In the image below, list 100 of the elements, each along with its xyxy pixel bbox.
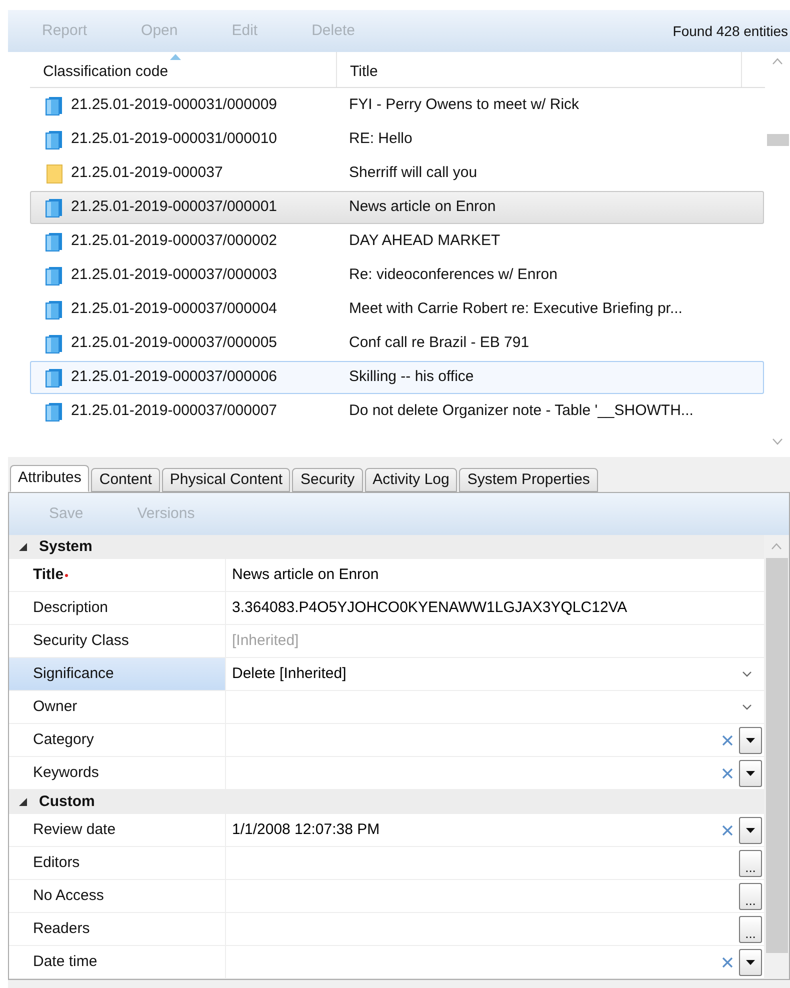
- property-label-cell[interactable]: Owner: [9, 691, 226, 723]
- dropdown-button[interactable]: [739, 760, 762, 786]
- group-header[interactable]: System: [9, 535, 764, 559]
- browse-button[interactable]: ...: [739, 850, 762, 876]
- table-cell-text: DAY AHEAD MARKET: [348, 231, 500, 252]
- dropdown-button[interactable]: [739, 948, 762, 976]
- property-label: Category: [33, 730, 94, 750]
- folder-icon: [45, 164, 63, 184]
- property-label: Review date: [33, 820, 116, 840]
- document-stack-icon: [45, 96, 63, 116]
- property-label-cell[interactable]: Editors: [9, 847, 226, 879]
- clear-icon[interactable]: [722, 734, 733, 746]
- property-value: News article on Enron: [232, 564, 380, 585]
- scroll-down-icon[interactable]: [772, 438, 783, 445]
- property-label-cell[interactable]: Review date: [9, 814, 226, 846]
- document-stack-icon: [45, 232, 63, 252]
- chevron-down-icon[interactable]: [742, 671, 752, 677]
- table-cell-text: 21.25.01-2019-000037/000005: [71, 333, 278, 354]
- property-label-cell[interactable]: Description: [9, 592, 226, 624]
- property-label: No Access: [33, 886, 104, 906]
- tab[interactable]: Physical Content: [162, 468, 290, 492]
- tab[interactable]: Security: [292, 468, 363, 492]
- table-cell-text: Do not delete Organizer note - Table '__SHOWTH...: [348, 401, 694, 422]
- table-row[interactable]: 21.25.01-2019-000037/000002 DAY AHEAD MARKET: [30, 225, 764, 258]
- table-cell-text: Skilling -- his office: [348, 367, 474, 388]
- tab[interactable]: System Properties: [459, 468, 598, 492]
- document-stack-icon: [45, 368, 63, 388]
- table-cell-text: 21.25.01-2019-000037/000006: [71, 367, 278, 388]
- column-header[interactable]: Classification code: [30, 52, 337, 87]
- table-row[interactable]: 21.25.01-2019-000031/000010 RE: Hello: [30, 123, 764, 156]
- scroll-up-icon[interactable]: [771, 543, 782, 550]
- property-label: Date time: [33, 952, 98, 972]
- property-label-cell[interactable]: No Access: [9, 880, 226, 912]
- expander-icon[interactable]: [19, 543, 27, 551]
- column-label: Classification code: [43, 62, 168, 82]
- table-cell-text: Meet with Carrie Robert re: Executive Briefing pr...: [348, 299, 682, 320]
- property-label: Readers: [33, 918, 90, 939]
- property-label-cell[interactable]: Title: [9, 559, 226, 591]
- property-label-cell[interactable]: Date time: [9, 946, 226, 978]
- table-row[interactable]: 21.25.01-2019-000037/000004 Meet with Carrie Robert re: Executive Briefing pr...: [30, 293, 764, 326]
- scroll-thumb[interactable]: [766, 134, 788, 146]
- table-cell-text: 21.25.01-2019-000037/000007: [71, 401, 278, 422]
- scroll-up-icon[interactable]: [772, 58, 783, 65]
- caret-down-icon: [746, 738, 755, 742]
- document-stack-icon: [45, 198, 63, 218]
- property-label-cell[interactable]: Readers: [9, 913, 226, 945]
- table-cell-text: 21.25.01-2019-000037/000002: [71, 231, 278, 252]
- table-cell-text: Conf call re Brazil - EB 791: [348, 333, 530, 354]
- group-header[interactable]: Custom: [9, 790, 764, 814]
- table-row[interactable]: 21.25.01-2019-000037/000001 News article on Enron: [30, 191, 764, 224]
- tab[interactable]: Attributes: [10, 465, 90, 492]
- document-stack-icon: [45, 334, 63, 354]
- property-label-cell[interactable]: Significance: [9, 658, 226, 690]
- table-cell-text: FYI - Perry Owens to meet w/ Rick: [348, 95, 580, 116]
- group-label: System: [39, 536, 92, 557]
- property-value: [Inherited]: [232, 630, 300, 651]
- table-cell-text: 21.25.01-2019-000037/000003: [71, 265, 278, 286]
- result-count: Found 428 entities: [672, 22, 788, 40]
- expander-icon[interactable]: [19, 798, 27, 806]
- table-cell-text: RE: Hello: [348, 129, 412, 150]
- table-row[interactable]: 21.25.01-2019-000037/000006 Skilling -- his office: [30, 361, 764, 394]
- table-cell-text: 21.25.01-2019-000037/000004: [71, 299, 278, 320]
- property-label: Keywords: [33, 762, 99, 783]
- scrollbar[interactable]: [764, 535, 789, 979]
- column-header[interactable]: Title: [337, 52, 742, 87]
- sort-arrow-icon: [170, 54, 181, 60]
- property-label: Editors: [33, 852, 80, 873]
- property-label: Security Class: [33, 630, 129, 651]
- clear-icon[interactable]: [722, 956, 733, 968]
- table-row[interactable]: 21.25.01-2019-000037/000005 Conf call re Brazil - EB 791: [30, 327, 764, 360]
- caret-down-icon: [746, 770, 755, 776]
- table-cell-text: 21.25.01-2019-000037: [71, 163, 223, 184]
- group-label: Custom: [39, 792, 95, 812]
- document-stack-icon: [45, 266, 63, 286]
- property-label: Owner: [33, 696, 78, 717]
- table-cell-text: Re: videoconferences w/ Enron: [348, 265, 558, 286]
- property-label-cell[interactable]: Category: [9, 724, 226, 756]
- table-row[interactable]: 21.25.01-2019-000037/000003 Re: videoconferences w/ Enron: [30, 259, 764, 292]
- property-label: Significance: [33, 664, 114, 684]
- clear-icon[interactable]: [722, 824, 733, 836]
- tab[interactable]: Content: [91, 468, 160, 492]
- table-row[interactable]: 21.25.01-2019-000037/000007 Do not delete Organizer note - Table '__SHOWTH...: [30, 395, 764, 428]
- table-cell-text: 21.25.01-2019-000037/000001: [71, 197, 278, 218]
- browse-button[interactable]: ...: [739, 916, 762, 942]
- table-cell-text: 21.25.01-2019-000031/000010: [71, 129, 278, 150]
- scroll-thumb[interactable]: [766, 558, 788, 953]
- dropdown-button[interactable]: [739, 816, 762, 844]
- property-label-cell[interactable]: Security Class: [9, 625, 226, 657]
- dropdown-button[interactable]: [739, 726, 762, 754]
- document-stack-icon: [45, 130, 63, 150]
- chevron-down-icon[interactable]: [742, 704, 752, 710]
- browse-button[interactable]: ...: [739, 882, 762, 910]
- document-stack-icon: [45, 402, 63, 422]
- table-row[interactable]: 21.25.01-2019-000037 Sherriff will call you: [30, 157, 764, 190]
- table-cell-text: 21.25.01-2019-000031/000009: [71, 95, 278, 116]
- tab[interactable]: Activity Log: [364, 468, 458, 492]
- property-label-cell[interactable]: Keywords: [9, 757, 226, 789]
- table-row[interactable]: 21.25.01-2019-000031/000009 FYI - Perry Owens to meet w/ Rick: [30, 89, 764, 122]
- clear-icon[interactable]: [722, 768, 733, 778]
- property-label: Description: [33, 598, 108, 618]
